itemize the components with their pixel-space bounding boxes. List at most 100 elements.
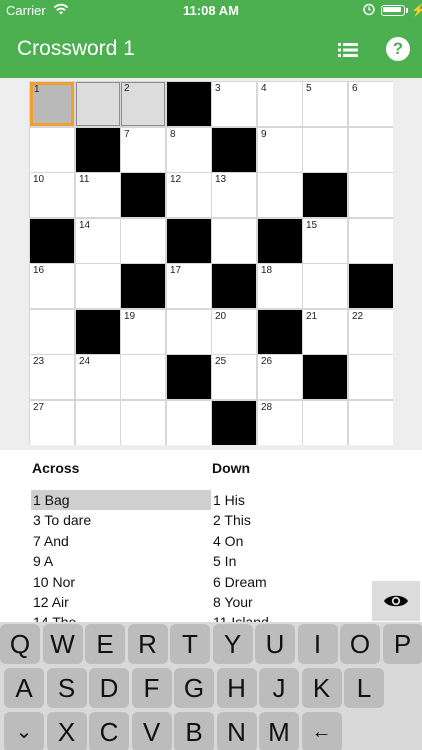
grid-cell[interactable]: 11	[76, 173, 120, 217]
grid-cell[interactable]	[303, 128, 347, 172]
grid-cell[interactable]	[349, 401, 393, 445]
key-t[interactable]: T	[170, 624, 210, 664]
grid-cell[interactable]: 6	[349, 82, 393, 126]
down-clue[interactable]: 6 Dream	[211, 572, 391, 592]
grid-cell[interactable]: 14	[76, 219, 120, 263]
key-m[interactable]: M	[259, 712, 299, 750]
key-v[interactable]: V	[131, 712, 172, 750]
grid-cell[interactable]	[167, 310, 211, 354]
grid-cell[interactable]: 18	[258, 264, 302, 308]
down-clues: Down 1 His2 This4 On5 In6 Dream8 Your11 …	[211, 460, 391, 622]
key-c[interactable]: C	[89, 712, 129, 750]
across-clue[interactable]: 9 A	[31, 551, 211, 571]
grid-cell[interactable]: 13	[212, 173, 256, 217]
key-y[interactable]: Y	[212, 624, 253, 664]
grid-cell[interactable]: 26	[258, 355, 302, 399]
key-p[interactable]: P	[382, 624, 422, 664]
grid-cell[interactable]: 8	[167, 128, 211, 172]
down-clue[interactable]: 2 This	[211, 510, 391, 530]
key-q[interactable]: Q	[0, 624, 40, 664]
across-clue[interactable]: 10 Nor	[31, 572, 211, 592]
grid-cell[interactable]: 27	[30, 401, 74, 445]
help-icon[interactable]: ?	[386, 37, 410, 61]
grid-cell[interactable]	[349, 355, 393, 399]
cell-number: 15	[306, 220, 318, 231]
grid-cell[interactable]: 1	[30, 82, 74, 126]
across-clue[interactable]: 3 To dare	[31, 510, 211, 530]
grid-cell[interactable]: 4	[258, 82, 302, 126]
key-j[interactable]: J	[259, 668, 299, 708]
across-clue[interactable]: 14 The	[31, 612, 211, 622]
cell-number: 13	[215, 174, 227, 185]
grid-cell[interactable]	[258, 173, 302, 217]
backspace-key[interactable]: ←	[301, 712, 342, 750]
grid-cell[interactable]	[121, 355, 165, 399]
grid-cell[interactable]	[167, 401, 211, 445]
grid-cell[interactable]: 2	[121, 82, 165, 126]
eye-icon	[384, 595, 408, 607]
across-clue[interactable]: 7 And	[31, 531, 211, 551]
grid-cell[interactable]	[76, 264, 120, 308]
key-s[interactable]: S	[46, 668, 87, 708]
down-clue[interactable]: 11 Island	[211, 612, 391, 622]
key-k[interactable]: K	[301, 668, 342, 708]
across-clue[interactable]: 12 Air	[31, 592, 211, 612]
hide-keyboard-key[interactable]: ⌄	[4, 712, 44, 750]
key-x[interactable]: X	[46, 712, 87, 750]
grid-cell[interactable]	[349, 128, 393, 172]
grid-cell[interactable]: 21	[303, 310, 347, 354]
grid-cell-black	[121, 173, 165, 217]
grid-cell[interactable]: 10	[30, 173, 74, 217]
key-i[interactable]: I	[297, 624, 338, 664]
down-clue[interactable]: 5 In	[211, 551, 391, 571]
grid-cell[interactable]: 24	[76, 355, 120, 399]
grid-cell[interactable]: 25	[212, 355, 256, 399]
grid-cell[interactable]	[76, 82, 120, 126]
across-clue[interactable]: 1 Bag	[31, 490, 211, 511]
key-d[interactable]: D	[89, 668, 129, 708]
grid-cell[interactable]	[212, 219, 256, 263]
key-l[interactable]: L	[344, 668, 384, 708]
cell-number: 5	[306, 83, 312, 94]
grid-cell[interactable]	[30, 310, 74, 354]
key-w[interactable]: W	[42, 624, 83, 664]
down-clue[interactable]: 1 His	[211, 490, 391, 510]
grid-cell[interactable]: 19	[121, 310, 165, 354]
grid-cell-black	[349, 264, 393, 308]
grid-cell[interactable]	[303, 264, 347, 308]
key-f[interactable]: F	[131, 668, 172, 708]
down-clue[interactable]: 8 Your	[211, 592, 391, 612]
grid-cell[interactable]	[349, 219, 393, 263]
grid-cell[interactable]	[121, 401, 165, 445]
grid-cell[interactable]	[121, 219, 165, 263]
grid-cell[interactable]: 9	[258, 128, 302, 172]
key-n[interactable]: N	[216, 712, 257, 750]
key-b[interactable]: B	[174, 712, 214, 750]
down-clue[interactable]: 4 On	[211, 531, 391, 551]
grid-cell[interactable]	[303, 401, 347, 445]
grid-cell[interactable]: 16	[30, 264, 74, 308]
grid-cell[interactable]: 28	[258, 401, 302, 445]
grid-cell[interactable]: 20	[212, 310, 256, 354]
grid-cell[interactable]: 15	[303, 219, 347, 263]
key-g[interactable]: G	[174, 668, 214, 708]
key-r[interactable]: R	[127, 624, 168, 664]
grid-cell-black	[258, 219, 302, 263]
reveal-button[interactable]	[372, 581, 420, 621]
key-e[interactable]: E	[85, 624, 125, 664]
list-icon[interactable]	[336, 38, 360, 62]
grid-cell[interactable]: 22	[349, 310, 393, 354]
grid-cell[interactable]: 5	[303, 82, 347, 126]
grid-cell[interactable]: 7	[121, 128, 165, 172]
grid-cell[interactable]	[349, 173, 393, 217]
grid-cell[interactable]: 12	[167, 173, 211, 217]
grid-cell[interactable]: 23	[30, 355, 74, 399]
grid-cell[interactable]	[30, 128, 74, 172]
key-u[interactable]: U	[255, 624, 295, 664]
key-o[interactable]: O	[340, 624, 380, 664]
grid-cell[interactable]: 17	[167, 264, 211, 308]
key-a[interactable]: A	[4, 668, 44, 708]
grid-cell[interactable]: 3	[212, 82, 256, 126]
grid-cell[interactable]	[76, 401, 120, 445]
key-h[interactable]: H	[216, 668, 257, 708]
